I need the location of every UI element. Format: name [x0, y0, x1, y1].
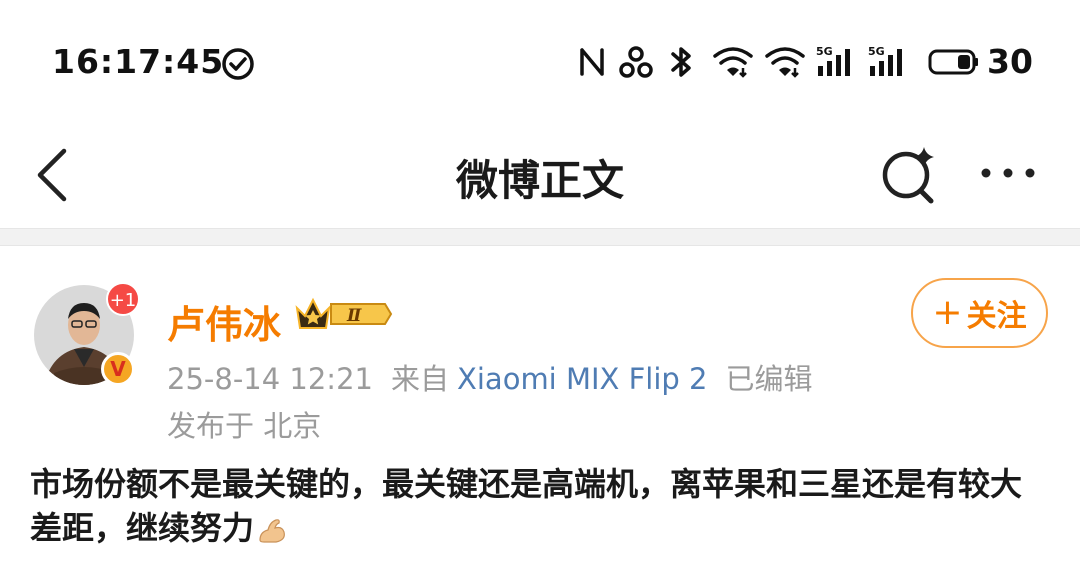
- plus-icon: +: [932, 292, 963, 333]
- signal-5g-icon: 5G: [816, 45, 850, 76]
- status-time: 16:17:45: [52, 42, 225, 81]
- post-meta: 25-8-14 12:21 来自 Xiaomi MIX Flip 2 已编辑: [167, 356, 831, 398]
- nfc-icon: [580, 48, 604, 76]
- svg-text:5G: 5G: [816, 45, 833, 58]
- follow-button[interactable]: + 关注: [911, 278, 1048, 348]
- signal-5g-icon: 5G: [868, 45, 902, 76]
- level-badge-text: Ⅱ: [346, 306, 362, 326]
- post-time: 25-8-14 12:21: [167, 362, 373, 396]
- follow-label: 关注: [966, 299, 1027, 334]
- post-location: 发布于 北京: [167, 409, 322, 443]
- post-text: 市场份额不是最关键的，最关键还是高端机，离苹果和三星还是有较大差距，继续努力: [30, 462, 1040, 550]
- battery-icon: [928, 49, 978, 75]
- author-name[interactable]: 卢伟冰: [167, 294, 281, 349]
- more-horizontal-icon[interactable]: [978, 155, 1042, 191]
- hotspot-link-icon: [619, 46, 653, 78]
- post-source-link[interactable]: Xiaomi MIX Flip 2: [457, 362, 708, 396]
- member-crown-icon[interactable]: Ⅱ: [293, 294, 393, 334]
- wifi-icon: [765, 47, 805, 78]
- bluetooth-icon: [671, 47, 691, 77]
- status-bar: 16:17:45 5G 5G 30: [0, 0, 1080, 125]
- check-circle-icon: [222, 48, 254, 80]
- flexed-biceps-icon: [259, 519, 285, 543]
- section-divider: [0, 228, 1080, 246]
- battery-level: 30: [987, 42, 1033, 81]
- ai-search-icon[interactable]: [878, 143, 942, 207]
- edited-label[interactable]: 已编辑: [726, 362, 813, 396]
- notification-badge: +1: [106, 282, 140, 316]
- svg-text:5G: 5G: [868, 45, 885, 58]
- wifi-icon: [713, 47, 753, 78]
- nav-bar: 微博正文: [0, 125, 1080, 228]
- source-prefix: 来自: [390, 362, 449, 396]
- verified-badge: V: [101, 352, 135, 386]
- post-text-body: 市场份额不是最关键的，最关键还是高端机，离苹果和三星还是有较大差距，继续努力: [30, 465, 1023, 547]
